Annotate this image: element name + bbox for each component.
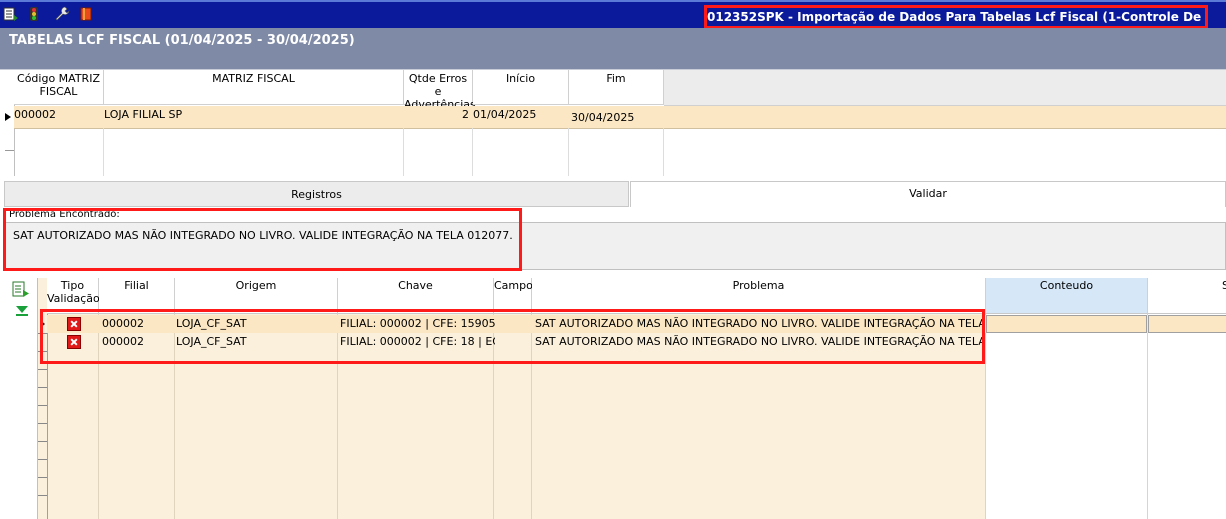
title-bar: 012352SPK - Importação de Dados Para Tab… (0, 0, 1226, 29)
export-icon[interactable] (12, 281, 30, 299)
empty-col (473, 128, 569, 176)
col-header-sugestao[interactable]: Suges (1148, 278, 1226, 314)
table-row[interactable]: 000002 LOJA FILIAL SP 2 01/04/2025 30/04… (5, 106, 1226, 129)
empty-col (14, 128, 104, 176)
col-header-inicio[interactable]: Início (473, 70, 569, 105)
row-divider (38, 495, 47, 496)
empty-col (569, 128, 664, 176)
window-title: 012352SPK - Importação de Dados Para Tab… (704, 5, 1208, 29)
row-divider (38, 369, 47, 370)
row-divider (38, 477, 47, 478)
row-divider (38, 387, 47, 388)
col-header-qtde[interactable]: Qtde Erros e Advertências (404, 70, 476, 111)
section-header: TABELAS LCF FISCAL (01/04/2025 - 30/04/2… (0, 28, 1226, 70)
matriz-grid: Código MATRIZ FISCAL MATRIZ FISCAL Qtde … (0, 70, 1226, 176)
cell-matriz: LOJA FILIAL SP (104, 108, 183, 121)
empty-col (404, 128, 473, 176)
col-header-conteudo[interactable]: Conteudo (986, 278, 1148, 314)
book-icon[interactable] (78, 6, 94, 22)
problem-highlight-box (3, 208, 522, 271)
tab-validar[interactable]: Validar (630, 181, 1226, 207)
tab-bar: Registros Validar (0, 181, 1226, 207)
row-divider (38, 441, 47, 442)
expand-down-icon[interactable] (14, 304, 30, 316)
cell-qtde: 2 (462, 108, 469, 121)
cell-fim: 30/04/2025 (571, 111, 635, 124)
traffic-light-icon[interactable] (26, 6, 42, 22)
row-divider (38, 405, 47, 406)
col-header-matriz[interactable]: MATRIZ FISCAL (104, 70, 404, 105)
tab-registros[interactable]: Registros (4, 181, 629, 207)
row-pointer-icon (5, 113, 11, 121)
cell-sugestao[interactable] (1148, 315, 1226, 333)
wrench-icon[interactable] (54, 6, 70, 22)
section-title: TABELAS LCF FISCAL (01/04/2025 - 30/04/2… (9, 33, 355, 48)
col-header-codigo[interactable]: Código MATRIZ FISCAL (14, 70, 104, 105)
header-filler (664, 70, 1226, 106)
row-divider (38, 459, 47, 460)
cell-inicio: 01/04/2025 (473, 108, 537, 121)
cell-conteudo[interactable] (986, 315, 1147, 333)
row-divider (38, 423, 47, 424)
menu-icon[interactable] (3, 6, 19, 22)
cell-codigo: 000002 (14, 108, 56, 121)
col-header-fim[interactable]: Fim (569, 70, 664, 105)
empty-col (104, 128, 404, 176)
rows-highlight-box (40, 309, 985, 364)
row-divider (5, 150, 14, 151)
